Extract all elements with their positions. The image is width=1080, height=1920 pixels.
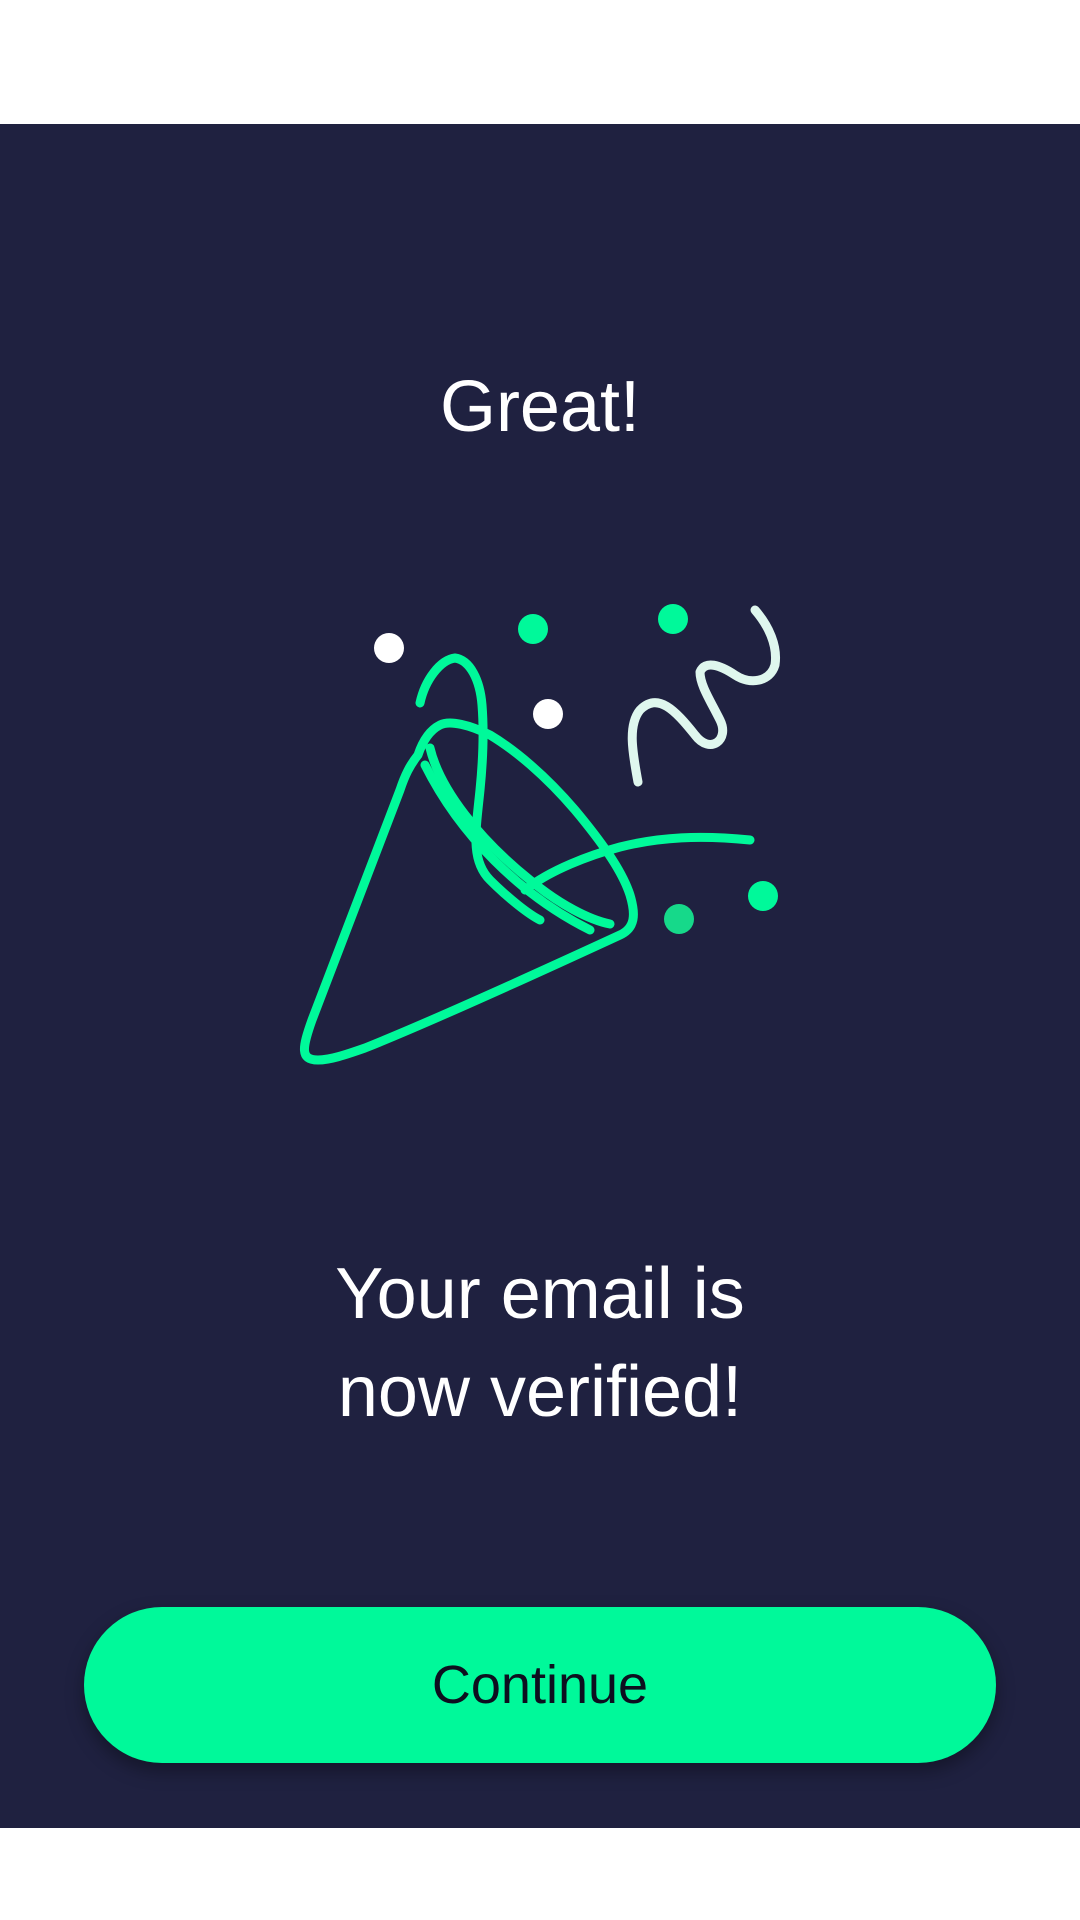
navigation-bar-area [0, 1828, 1080, 1920]
status-bar-area [0, 0, 1080, 124]
verification-message: Your email is now verified! [190, 1245, 890, 1441]
continue-button-label: Continue [431, 1655, 649, 1715]
continue-button[interactable]: Continue [84, 1607, 996, 1763]
message-line-1: Your email is [335, 1254, 745, 1334]
message-line-2: now verified! [337, 1352, 743, 1432]
party-popper-icon [300, 604, 781, 1065]
page-title: Great! [439, 367, 641, 447]
